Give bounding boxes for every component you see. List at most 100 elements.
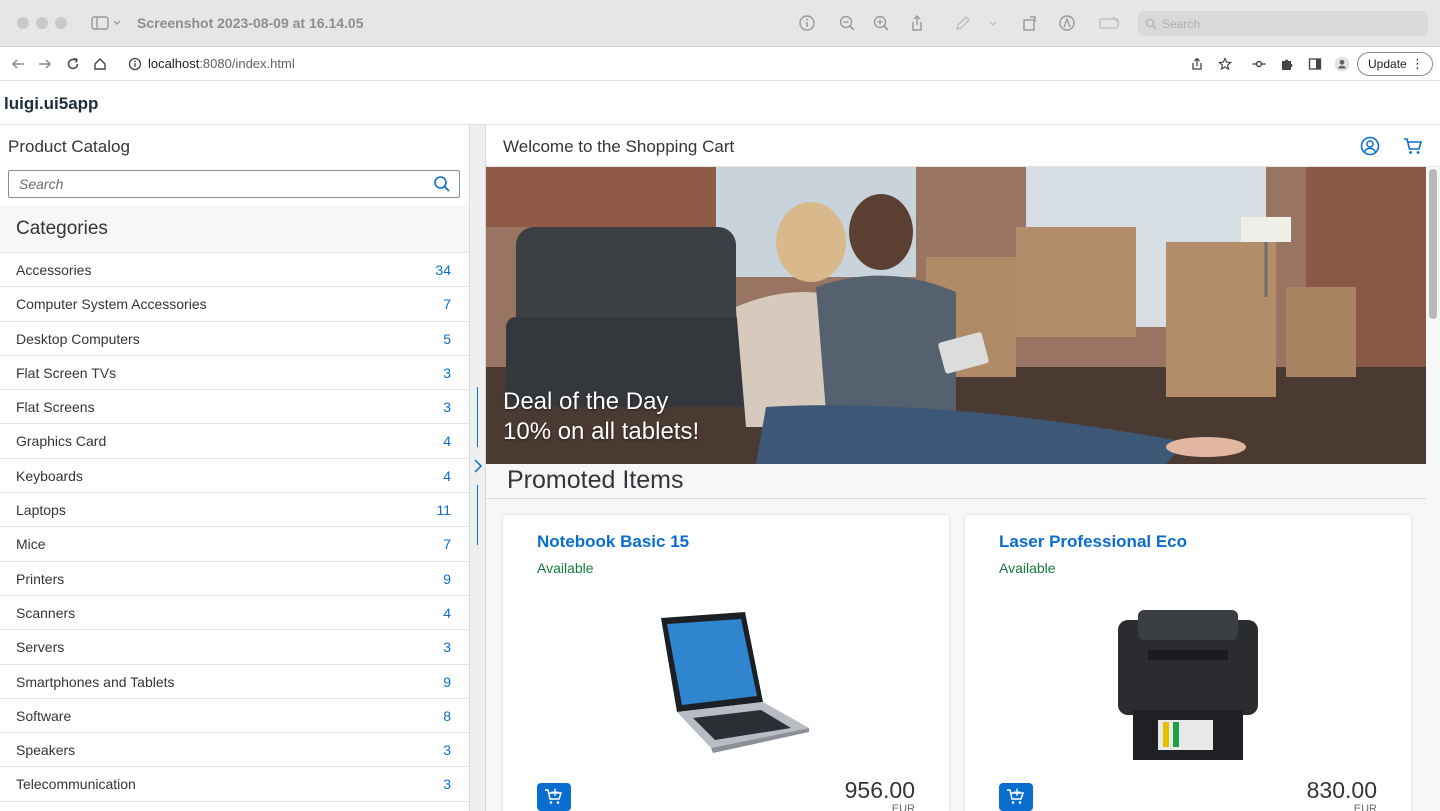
back-arrow-icon[interactable] [9,55,27,73]
printer-product-image[interactable] [1113,610,1263,765]
category-count: 3 [443,776,451,793]
shopping-cart-title: Welcome to the Shopping Cart [503,137,735,156]
reload-icon[interactable] [64,55,82,73]
app-title[interactable]: luigi.ui5app [4,94,98,114]
category-list-item[interactable]: Desktop Computers 5 [0,321,469,356]
add-to-cart-button[interactable] [999,783,1033,811]
more-options-icon: ⋮ [1411,56,1424,71]
category-count: 4 [443,467,451,484]
category-label: Printers [16,570,65,587]
scrollbar-thumb[interactable] [1429,169,1437,319]
category-count: 3 [443,639,451,656]
profile-avatar-icon[interactable] [1333,55,1351,73]
categories-title: Categories [16,218,108,239]
category-label: Scanners [16,604,76,621]
category-list-item[interactable]: Computer System Accessories 7 [0,287,469,322]
product-price: 956.00 [844,777,915,803]
zoom-window-button[interactable] [55,17,67,29]
pane-splitter[interactable] [469,125,486,811]
category-label: Flat Screen TVs [16,364,117,381]
category-count: 5 [443,330,451,347]
category-count: 3 [443,399,451,416]
commit-extension-icon[interactable] [1250,55,1268,73]
side-panel-icon[interactable] [1306,55,1324,73]
category-label: Graphics Card [16,433,107,450]
category-label: Flat Screens [16,399,95,416]
window-title: Screenshot 2023-08-09 at 16.14.05 [137,15,364,31]
sidebar-toggle-icon[interactable] [90,13,122,33]
category-list-item[interactable]: Smartphones and Tablets 9 [0,664,469,699]
category-list-item[interactable]: Mice 7 [0,527,469,562]
shell-header: luigi.ui5app [0,81,1440,125]
category-count: 4 [443,433,451,450]
catalog-search-field[interactable] [8,170,460,198]
update-button[interactable]: Update ⋮ [1357,52,1433,76]
window-search-placeholder: Search [1162,17,1201,31]
category-list-item[interactable]: Flat Screens 3 [0,390,469,425]
search-icon[interactable] [433,175,451,193]
category-label: Laptops [16,502,66,519]
product-currency: EUR [891,803,915,811]
address-bar[interactable]: localhost:8080/index.html [148,56,295,71]
share-page-icon[interactable] [1188,55,1206,73]
category-list-item[interactable]: Scanners 4 [0,595,469,631]
category-list-item[interactable]: Graphics Card 4 [0,424,469,459]
category-label: Telecommunication [16,776,136,793]
category-list-item[interactable]: Software 8 [0,698,469,734]
add-to-cart-button[interactable] [537,783,571,811]
category-count: 34 [435,262,451,278]
deal-of-the-day-banner[interactable]: Deal of the Day 10% on all tablets! [486,167,1426,464]
category-count: 8 [443,707,451,724]
category-list-item[interactable]: Speakers 3 [0,733,469,768]
section-divider [486,498,1426,499]
extensions-puzzle-icon[interactable] [1278,55,1296,73]
category-list-item[interactable]: Flat Screen TVs 3 [0,355,469,391]
shopping-cart-icon[interactable] [1402,135,1424,157]
category-list-item[interactable]: Keyboards 4 [0,458,469,494]
form-fill-icon[interactable] [1098,13,1122,33]
zoom-out-icon[interactable] [837,13,857,33]
url-host: localhost [148,56,200,71]
product-card-notebook-basic-15[interactable]: Notebook Basic 15 Available 956.00 EUR [503,515,949,811]
category-label: Mice [16,536,46,553]
product-name-link[interactable]: Laser Professional Eco [999,532,1187,552]
site-info-icon[interactable] [126,55,144,73]
categories-list: Accessories 34 Computer System Accessories… [0,253,469,802]
category-count: 9 [443,570,451,587]
minimize-window-button[interactable] [36,17,48,29]
category-list-item[interactable]: Accessories 34 [0,253,469,288]
promoted-items-title: Promoted Items [507,466,684,494]
rotate-icon[interactable] [1020,13,1040,33]
window-titlebar: Screenshot 2023-08-09 at 16.14.05 Search [0,0,1440,47]
vertical-scrollbar[interactable] [1428,167,1438,811]
window-search-field[interactable]: Search [1138,11,1428,36]
category-list-item[interactable]: Laptops 11 [0,493,469,528]
availability-status: Available [999,560,1056,576]
product-name-link[interactable]: Notebook Basic 15 [537,532,689,552]
markup-pen-icon[interactable] [953,13,973,33]
category-list-item[interactable]: Printers 9 [0,561,469,596]
product-catalog-pane: Product Catalog Categories Accessories34… [0,125,469,811]
bookmark-star-icon[interactable] [1216,55,1234,73]
chevron-down-icon[interactable] [986,13,1000,33]
category-list-item[interactable]: Telecommunication 3 [0,767,469,802]
category-list-item[interactable]: Servers 3 [0,630,469,665]
home-icon[interactable] [91,55,109,73]
info-icon[interactable] [797,13,817,33]
product-catalog-title: Product Catalog [8,137,130,156]
category-label: Keyboards [16,467,83,484]
product-card-laser-professional-eco[interactable]: Laser Professional Eco Available 830.00 … [965,515,1411,811]
close-window-button[interactable] [17,17,29,29]
catalog-search-input[interactable] [19,175,419,193]
category-count: 7 [443,296,451,313]
add-to-cart-icon [545,788,563,804]
category-label: Desktop Computers [16,330,140,347]
markup-toolbar-icon[interactable] [1057,13,1077,33]
laptop-product-image[interactable] [633,610,813,760]
chevron-right-icon[interactable] [472,458,484,474]
category-label: Speakers [16,742,76,759]
zoom-in-icon[interactable] [871,13,891,33]
user-account-icon[interactable] [1359,135,1381,157]
forward-arrow-icon[interactable] [36,55,54,73]
share-icon[interactable] [907,13,927,33]
